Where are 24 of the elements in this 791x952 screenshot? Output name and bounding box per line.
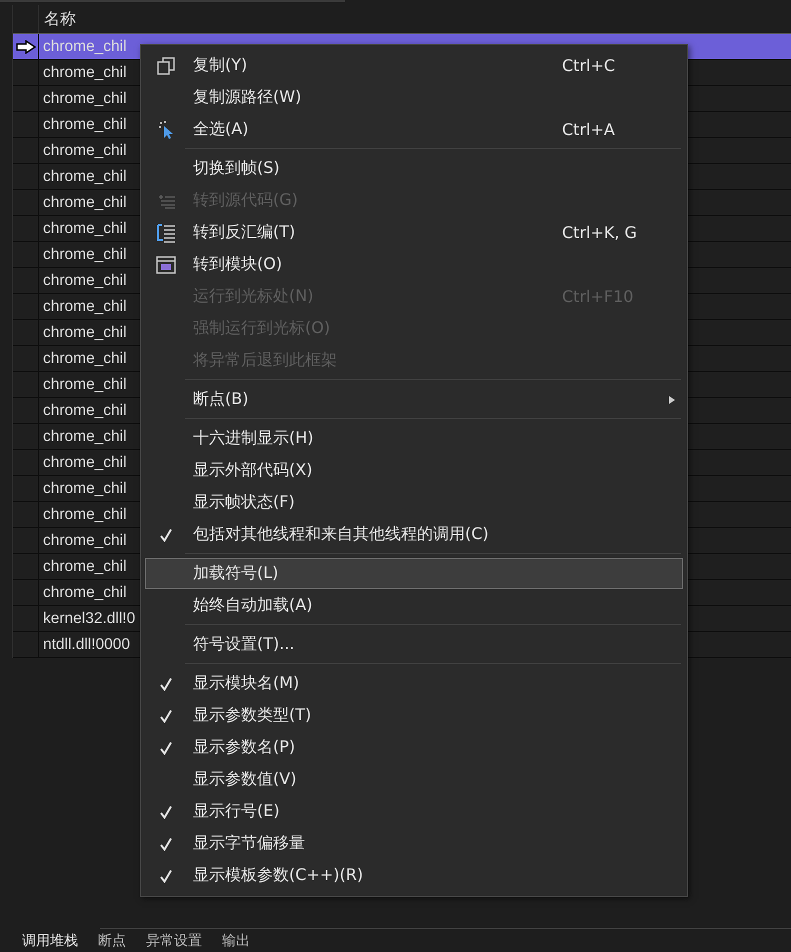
table-cell-text: kernel32.dll!0 [42, 609, 136, 629]
table-cell-text: ntdll.dll!0000 [42, 635, 130, 655]
table-cell-text: chrome_chil [42, 167, 127, 187]
table-cell-text: chrome_chil [42, 349, 127, 369]
table-cell-text: chrome_chil [42, 401, 127, 421]
table-cell-text: chrome_chil [42, 583, 127, 603]
table-cell-text: chrome_chil [42, 37, 127, 57]
table-cell-text: chrome_chil [42, 271, 127, 291]
table-cell-text: chrome_chil [42, 245, 127, 265]
table-cell-text: chrome_chil [42, 297, 127, 317]
table-cell-text: chrome_chil [42, 453, 127, 473]
table-cell-text: chrome_chil [42, 557, 127, 577]
table-cell-text: chrome_chil [42, 375, 127, 395]
table-cell-text: chrome_chil [42, 427, 127, 447]
table-cell-text: chrome_chil [42, 531, 127, 551]
table-cell-text: chrome_chil [42, 89, 127, 109]
table-cell-text: chrome_chil [42, 505, 127, 525]
table-cell-text: chrome_chil [42, 141, 127, 161]
table-cell-text: chrome_chil [42, 115, 127, 135]
table-cell-text: chrome_chil [42, 219, 127, 239]
table-cell-text: chrome_chil [42, 63, 127, 83]
table-cell-text: chrome_chil [42, 479, 127, 499]
table-cell-text: chrome_chil [42, 193, 127, 213]
table-cell-text: chrome_chil [42, 323, 127, 343]
